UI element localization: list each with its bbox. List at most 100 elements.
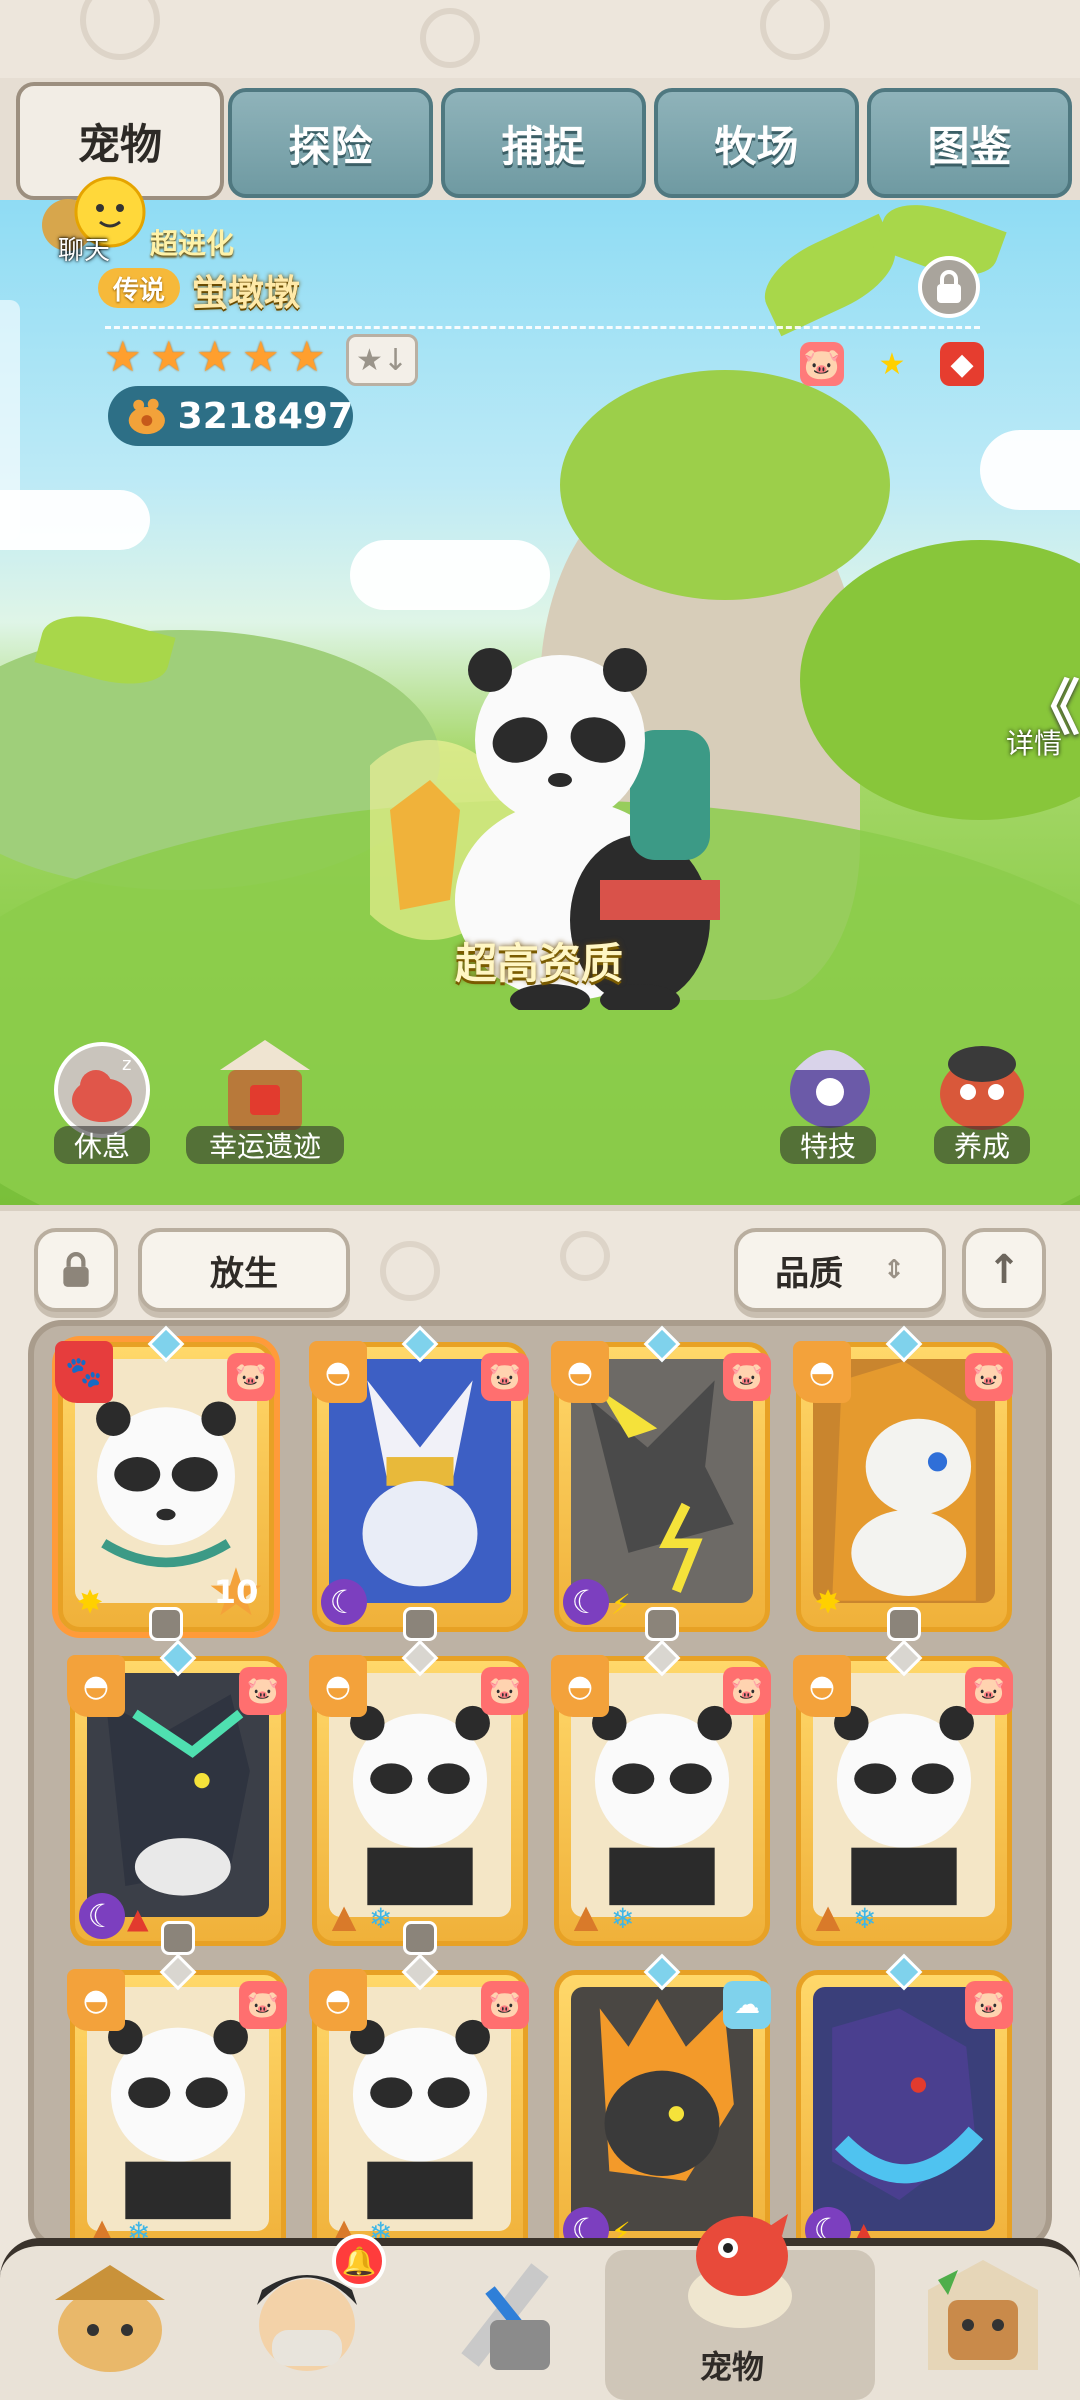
lucky-ruins-icon[interactable] <box>210 1030 320 1140</box>
up-arrow-icon: ↑ <box>987 1247 1021 1293</box>
super-evolve-label[interactable]: 超进化 <box>150 222 234 262</box>
skill-button[interactable]: 特技 <box>780 1126 876 1164</box>
tab-ranch[interactable]: 牧场 <box>654 88 859 198</box>
pet-card-panda[interactable]: ◓ 🐷 ▲ ❄ <box>793 1639 1013 1946</box>
quality-label: 超高资质 <box>455 939 624 988</box>
pig-trait-icon: 🐷 <box>723 1353 771 1401</box>
tab-label: 捕捉 <box>501 121 586 171</box>
star-trait-icon[interactable]: ★ <box>870 342 914 386</box>
nav-battle-icon[interactable] <box>430 2250 580 2380</box>
moon-element-icon: ☾ <box>321 1579 367 1625</box>
notification-bell-icon[interactable]: 🔔 <box>332 2234 386 2288</box>
train-icon[interactable] <box>932 1030 1032 1140</box>
skill-label: 特技 <box>799 1130 856 1163</box>
pet-name: 蛍墩墩 <box>192 273 301 314</box>
game-screen: 宠物 探险 捕捉 牧场 图鉴 聊天 超进化 传说 蛍墩墩 ★ ★ ★ ★ ★ ★… <box>0 0 1080 2400</box>
train-button[interactable]: 养成 <box>934 1126 1030 1164</box>
star-icon: ★ <box>288 332 326 381</box>
moon-element-icon: ☾ <box>563 1579 609 1625</box>
pig-trait-icon: 🐷 <box>481 1981 529 2029</box>
power-display: 3218497 <box>108 386 353 446</box>
card-lock-icon <box>887 1607 921 1641</box>
top-stone-strip <box>0 0 1080 80</box>
pig-trait-icon: 🐷 <box>965 1667 1013 1715</box>
chef-badge-icon: ◓ <box>309 1969 367 2031</box>
star-icon: ★ <box>150 332 188 381</box>
lock-filter-button[interactable] <box>34 1228 118 1312</box>
pet-card-dark-wolf[interactable]: ◓ 🐷 ☾ ▲ <box>67 1639 287 1955</box>
svg-text:z: z <box>122 1054 131 1075</box>
card-lock-icon <box>403 1607 437 1641</box>
lucky-ruins-button[interactable]: 幸运遗迹 <box>186 1126 344 1164</box>
ground-element-icon: ▲ <box>573 1897 599 1935</box>
pig-trait-icon: 🐷 <box>481 1667 529 1715</box>
release-button[interactable]: 放生 <box>138 1228 350 1312</box>
lock-button[interactable] <box>918 256 980 318</box>
pet-card-thunder-dragon[interactable]: ◓ 🐷 ☾ ⚡ <box>551 1325 771 1641</box>
rarity-badge: 传说 <box>98 268 180 308</box>
divider <box>105 326 980 329</box>
lightning-element-icon: ⚡ <box>611 1588 631 1621</box>
pet-card-panda[interactable]: ◓ 🐷 ▲ ❄ <box>67 1953 287 2260</box>
tab-label: 探险 <box>288 121 373 171</box>
release-label: 放生 <box>210 1253 278 1294</box>
pet-card-panda[interactable]: ◓ 🐷 ▲ ❄ <box>309 1953 529 2260</box>
detail-label[interactable]: 详情 <box>1006 722 1062 762</box>
chef-badge-icon: ◓ <box>67 1969 125 2031</box>
card-lock-icon <box>403 1921 437 1955</box>
pig-trait-icon: 🐷 <box>227 1353 275 1401</box>
ice-element-icon: ❄ <box>611 1902 635 1935</box>
pig-trait-icon: 🐷 <box>723 1667 771 1715</box>
pet-card-blue-knight[interactable]: ◓ 🐷 ☾ <box>309 1325 529 1641</box>
tag-trait-icon[interactable]: ◆ <box>940 342 984 386</box>
lucky-ruins-label: 幸运遗迹 <box>208 1130 321 1163</box>
nav-pet-icon[interactable] <box>670 2196 810 2336</box>
side-pull-tab[interactable] <box>0 300 20 540</box>
star-down-button[interactable]: ★↓ <box>346 334 418 386</box>
train-label: 养成 <box>953 1130 1010 1163</box>
lock-icon <box>63 1252 89 1287</box>
ice-element-icon: ❄ <box>853 1902 877 1935</box>
star-rating: ★ ★ ★ ★ ★ <box>104 332 326 381</box>
ground-element-icon: ▲ <box>815 1897 841 1935</box>
pet-card-panda[interactable]: ◓ 🐷 ▲ ❄ <box>551 1639 771 1946</box>
pet-card-panda-selected[interactable]: 🐾 🐷 ✸ ★ 10 <box>55 1325 275 1641</box>
card-lock-icon <box>645 1607 679 1641</box>
pig-trait-icon: 🐷 <box>481 1353 529 1401</box>
paw-badge-icon: 🐾 <box>55 1341 113 1403</box>
water-trait-icon: ☁ <box>723 1981 771 2029</box>
pet-card-mage-cat[interactable]: ◓ 🐷 ✸ <box>793 1325 1013 1641</box>
skill-icon[interactable] <box>780 1030 880 1140</box>
pig-trait-icon: 🐷 <box>965 1353 1013 1401</box>
chef-badge-icon: ◓ <box>793 1655 851 1717</box>
chat-label: 聊天 <box>58 236 111 266</box>
pet-card-ice-dragon[interactable]: 🐷 ☾ ▲ <box>796 1953 1013 2260</box>
star-icon: ★ <box>104 332 142 381</box>
pig-trait-icon[interactable]: 🐷 <box>800 342 844 386</box>
nav-pet-label: 宠物 <box>700 2348 765 2386</box>
sort-quality-select[interactable]: 品质 ⇕ <box>734 1228 946 1312</box>
ground-element-icon: ▲ <box>331 1897 357 1935</box>
chef-badge-icon: ◓ <box>551 1655 609 1717</box>
card-lock-icon <box>149 1607 183 1641</box>
chef-badge-icon: ◓ <box>551 1341 609 1403</box>
ice-element-icon: ❄ <box>369 1902 393 1935</box>
chef-badge-icon: ◓ <box>793 1341 851 1403</box>
tab-explore[interactable]: 探险 <box>228 88 433 198</box>
tab-capture[interactable]: 捕捉 <box>441 88 646 198</box>
pig-trait-icon: 🐷 <box>239 1667 287 1715</box>
sort-label: 品质 <box>775 1253 844 1294</box>
star-element-icon: ✸ <box>76 1583 104 1621</box>
rest-label: 休息 <box>73 1130 130 1163</box>
pet-card-panda[interactable]: ◓ 🐷 ▲ ❄ <box>309 1639 529 1955</box>
sort-direction-button[interactable]: ↑ <box>962 1228 1046 1312</box>
nav-shop-icon[interactable] <box>908 2250 1058 2380</box>
moon-element-icon: ☾ <box>79 1893 125 1939</box>
nav-tribe-icon[interactable] <box>35 2250 185 2380</box>
tab-codex[interactable]: 图鉴 <box>867 88 1072 198</box>
pig-trait-icon: 🐷 <box>965 1981 1013 2029</box>
star-icon: ★ <box>196 332 234 381</box>
tab-label: 宠物 <box>77 119 162 169</box>
sort-arrows-icon: ⇕ <box>883 1255 905 1285</box>
rest-button[interactable]: 休息 <box>54 1126 150 1164</box>
